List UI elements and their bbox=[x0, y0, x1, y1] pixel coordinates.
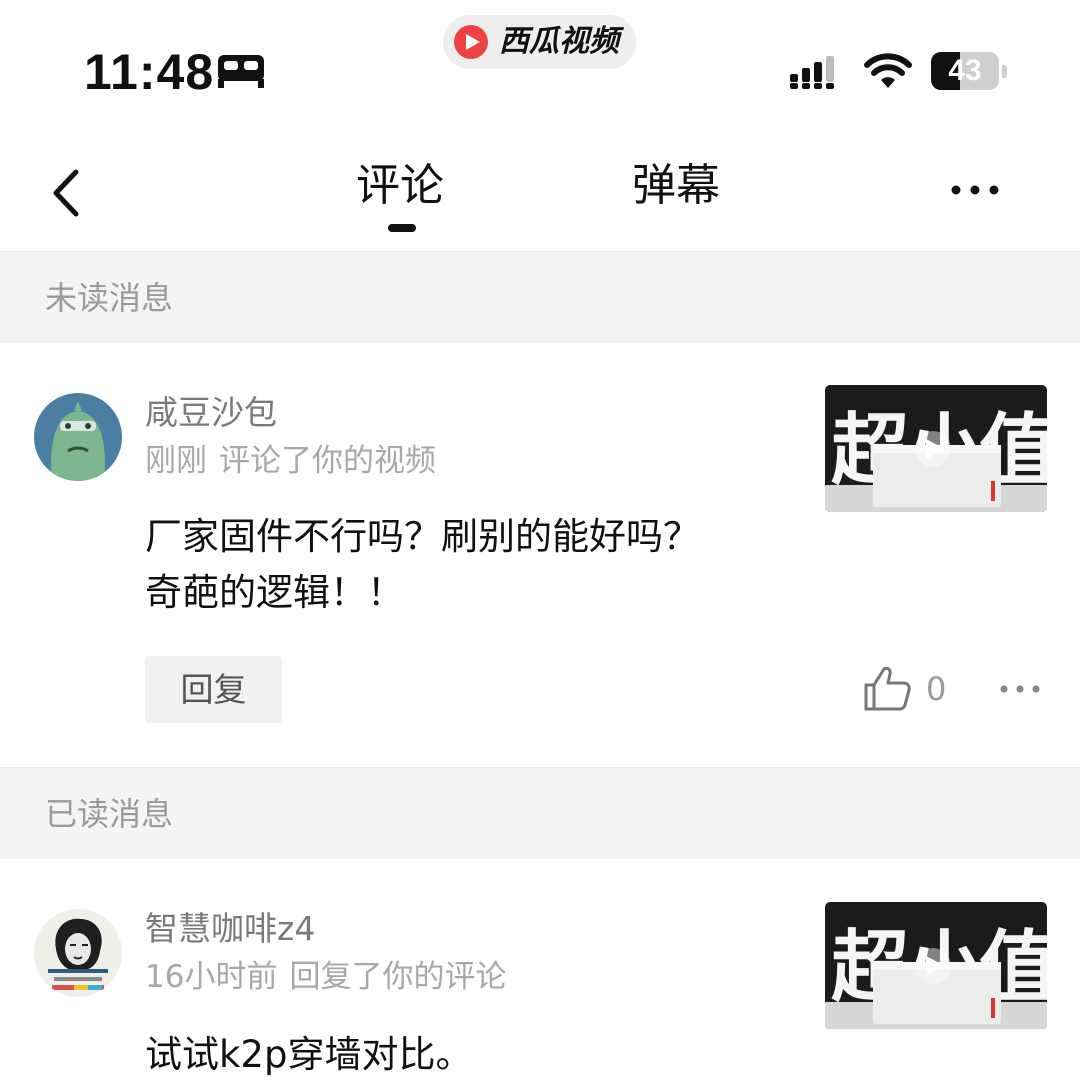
like-count: 0 bbox=[926, 670, 947, 708]
username[interactable]: 咸豆沙包 bbox=[145, 391, 277, 435]
avatar[interactable] bbox=[34, 393, 122, 481]
ellipsis-icon[interactable] bbox=[948, 178, 1002, 202]
battery-level: 43 bbox=[948, 54, 982, 87]
app-return-pill[interactable]: 西瓜视频 bbox=[443, 15, 636, 69]
tab-danmaku[interactable]: 弹幕 bbox=[632, 156, 720, 216]
section-header-unread: 未读消息 bbox=[0, 251, 1080, 343]
thumbs-up-icon[interactable] bbox=[862, 665, 912, 713]
comment-line: 试试k2p穿墙对比。 bbox=[145, 1033, 473, 1076]
battery-indicator: 43 bbox=[931, 52, 1009, 90]
wifi-icon bbox=[864, 53, 912, 88]
comment-line: 奇葩的逻辑！！ bbox=[145, 571, 404, 614]
chevron-left-icon[interactable] bbox=[46, 166, 86, 220]
username[interactable]: 智慧咖啡z4 bbox=[145, 907, 315, 951]
message-meta: 16小时前 回复了你的评论 bbox=[145, 955, 506, 999]
status-bar: 11:48 西瓜视频 43 bbox=[0, 0, 1080, 130]
active-tab-indicator bbox=[388, 224, 416, 232]
message-meta: 刚刚 评论了你的视频 bbox=[145, 439, 436, 483]
reply-button[interactable]: 回复 bbox=[145, 656, 282, 723]
avatar[interactable] bbox=[34, 909, 122, 997]
message-action: 回复了你的评论 bbox=[289, 959, 507, 995]
section-title: 已读消息 bbox=[45, 795, 174, 833]
xigua-logo-icon bbox=[454, 25, 488, 59]
signal-icon bbox=[790, 56, 834, 89]
message-action: 评论了你的视频 bbox=[219, 443, 436, 479]
video-thumbnail[interactable]: 超小值 bbox=[825, 385, 1047, 512]
ellipsis-icon[interactable] bbox=[998, 679, 1042, 699]
comment-text: 试试k2p穿墙对比。 bbox=[145, 1027, 785, 1080]
section-header-read: 已读消息 bbox=[0, 767, 1080, 859]
message-time: 刚刚 bbox=[145, 443, 207, 479]
message-item[interactable]: 咸豆沙包 刚刚评论了你的视频 厂家固件不行吗？刷别的能好吗？ 奇葩的逻辑！！ 超… bbox=[0, 343, 1080, 767]
bed-icon bbox=[218, 55, 264, 88]
video-thumbnail[interactable]: 超小值 bbox=[825, 902, 1047, 1029]
comment-line: 厂家固件不行吗？刷别的能好吗？ bbox=[145, 515, 700, 558]
app-name: 西瓜视频 bbox=[499, 24, 619, 59]
section-title: 未读消息 bbox=[45, 279, 174, 317]
message-item[interactable]: 智慧咖啡z4 16小时前回复了你的评论 试试k2p穿墙对比。 超小值 bbox=[0, 859, 1080, 1080]
nav-header: 评论 弹幕 bbox=[0, 130, 1080, 250]
tab-comments[interactable]: 评论 bbox=[356, 156, 444, 216]
comment-text: 厂家固件不行吗？刷别的能好吗？ 奇葩的逻辑！！ bbox=[145, 509, 785, 621]
message-time: 16小时前 bbox=[145, 959, 278, 995]
status-time: 11:48 bbox=[84, 44, 215, 100]
